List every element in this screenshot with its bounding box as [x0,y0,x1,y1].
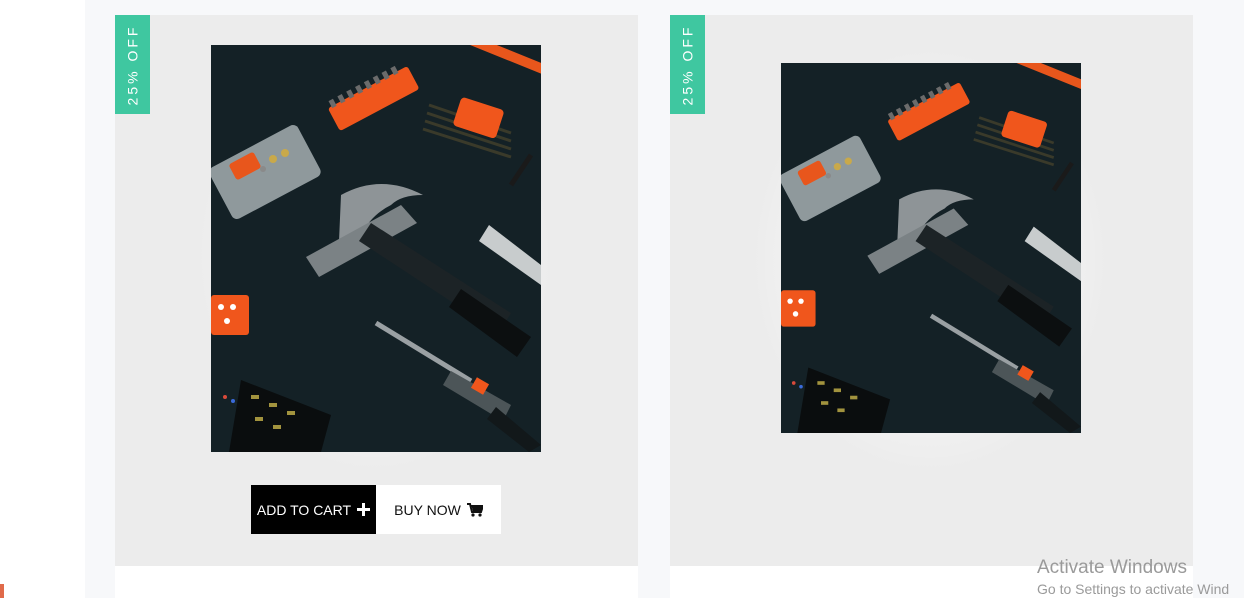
discount-badge-label: 25% OFF [679,24,696,105]
tools-flatlay-image [211,45,541,452]
product-image[interactable] [211,45,541,452]
tools-flatlay-image [781,63,1081,433]
product-card: 25% OFF [670,15,1193,566]
buy-now-label: BUY NOW [394,501,461,518]
activate-windows-title: Activate Windows [1037,557,1187,578]
plus-icon [357,503,371,516]
add-to-cart-label: ADD TO CART [256,501,352,518]
discount-badge: 25% OFF [670,15,705,114]
add-to-cart-button[interactable]: ADD TO CART [251,485,376,534]
product-actions: ADD TO CART BUY NOW [251,485,501,534]
buy-now-button[interactable]: BUY NOW [376,485,501,534]
activate-windows-watermark: Activate Windows Go to Settings to activ… [1037,556,1229,599]
cart-icon [466,502,483,517]
edge-marker [0,584,4,598]
discount-badge: 25% OFF [115,15,150,114]
product-card-footer [115,566,638,598]
discount-badge-label: 25% OFF [124,24,141,105]
activate-windows-subtitle: Go to Settings to activate Wind [1037,581,1230,597]
product-card: 25% OFF ADD TO CART BUY NOW [115,15,638,566]
product-image[interactable] [781,63,1081,433]
